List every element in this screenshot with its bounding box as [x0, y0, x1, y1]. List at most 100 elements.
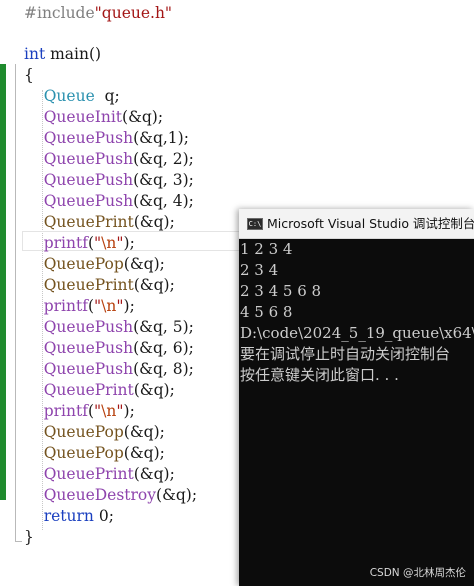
code-token: QueuePush	[43, 339, 134, 357]
code-line[interactable]: QueueInit(&q);	[24, 107, 163, 128]
code-line[interactable]: QueuePush(&q, 2);	[24, 149, 194, 170]
code-line[interactable]: QueuePush(&q, 8);	[24, 359, 194, 380]
code-token: (&q, 2);	[133, 150, 194, 168]
code-token: (&q);	[133, 276, 175, 294]
code-token: QueuePush	[43, 150, 134, 168]
console-titlebar[interactable]: C:\ Microsoft Visual Studio 调试控制台	[239, 209, 474, 239]
code-line[interactable]: printf("\n");	[24, 401, 135, 422]
code-line[interactable]: printf("\n");	[24, 296, 135, 317]
code-line[interactable]: QueuePop(&q);	[24, 443, 165, 464]
console-output-line: 按任意键关闭此窗口. . .	[240, 366, 399, 384]
code-line[interactable]: QueuePush(&q, 5);	[24, 317, 194, 338]
code-token: (&q, 6);	[133, 339, 194, 357]
code-token: int	[24, 45, 46, 63]
code-token: QueuePrint	[43, 213, 134, 231]
code-token: (&q);	[133, 465, 175, 483]
code-token: "	[116, 297, 124, 315]
code-token: QueuePush	[43, 129, 134, 147]
code-token: }	[24, 528, 34, 546]
code-token: QueuePop	[43, 255, 124, 273]
console-title: Microsoft Visual Studio 调试控制台	[267, 216, 474, 231]
code-line[interactable]: QueueDestroy(&q);	[24, 485, 197, 506]
fold-guide-end-tick	[15, 541, 22, 542]
fold-guide-line	[15, 64, 16, 541]
code-token: QueuePush	[43, 360, 134, 378]
code-token: (&q);	[123, 255, 165, 273]
code-token: (&q);	[123, 423, 165, 441]
code-token: (&q, 3);	[133, 171, 194, 189]
code-line[interactable]: {	[24, 65, 34, 86]
code-token: );	[123, 234, 135, 252]
code-line[interactable]: Queue q;	[24, 86, 120, 107]
code-line[interactable]: QueuePrint(&q);	[24, 464, 175, 485]
code-line[interactable]: return 0;	[24, 506, 114, 527]
code-token: 0;	[93, 507, 114, 525]
code-line[interactable]: QueuePrint(&q);	[24, 275, 175, 296]
console-app-icon: C:\	[247, 218, 263, 230]
code-token: QueuePop	[43, 423, 124, 441]
watermark: CSDN @北林周杰伦	[369, 567, 466, 579]
code-token: Queue	[43, 87, 95, 105]
code-token: return	[43, 507, 94, 525]
console-output-line: 1 2 3 4	[240, 240, 293, 258]
code-token: QueuePop	[43, 444, 124, 462]
code-line[interactable]: }	[24, 527, 34, 548]
console-output-line: D:\code\2024_5_19_queue\x64\	[240, 324, 474, 342]
code-token: (&q);	[123, 444, 165, 462]
code-token: QueuePrint	[43, 381, 134, 399]
code-token: QueuePrint	[43, 276, 134, 294]
code-token: printf	[43, 297, 88, 315]
code-token: QueuePush	[43, 192, 134, 210]
code-line[interactable]: QueuePush(&q, 6);	[24, 338, 194, 359]
code-token: \n	[101, 297, 117, 315]
code-line[interactable]: QueuePrint(&q);	[24, 212, 175, 233]
code-line[interactable]: #include"queue.h"	[24, 3, 172, 24]
code-line[interactable]: QueuePop(&q);	[24, 254, 165, 275]
code-token: printf	[43, 234, 88, 252]
code-token: printf	[43, 402, 88, 420]
code-line[interactable]: QueuePop(&q);	[24, 422, 165, 443]
code-line[interactable]: int main()	[24, 44, 101, 65]
code-token: (&q, 8);	[133, 360, 194, 378]
console-output-line: 4 5 6 8	[240, 303, 293, 321]
debug-console-window[interactable]: C:\ Microsoft Visual Studio 调试控制台 1 2 3 …	[239, 209, 474, 586]
code-token: \n	[101, 402, 117, 420]
code-token: (&q);	[133, 381, 175, 399]
code-token: "	[116, 234, 124, 252]
code-token: \n	[101, 234, 117, 252]
code-line[interactable]: QueuePush(&q, 4);	[24, 191, 194, 212]
code-line[interactable]: QueuePush(&q, 3);	[24, 170, 194, 191]
code-token: #include	[24, 4, 95, 22]
code-token: (&q);	[156, 486, 198, 504]
change-tracking-bar	[0, 64, 6, 500]
code-token: QueueDestroy	[43, 486, 157, 504]
code-token: (&q, 5);	[133, 318, 194, 336]
code-token: QueueInit	[43, 108, 123, 126]
code-token: );	[123, 402, 135, 420]
code-line[interactable]: QueuePrint(&q);	[24, 380, 175, 401]
code-line[interactable]: printf("\n");	[24, 233, 135, 254]
code-token: );	[123, 297, 135, 315]
code-token: QueuePrint	[43, 465, 134, 483]
console-output[interactable]: 1 2 3 4 2 3 4 2 3 4 5 6 8 4 5 6 8 D:\code\20…	[240, 239, 474, 586]
code-token: q;	[94, 87, 120, 105]
code-line[interactable]: QueuePush(&q,1);	[24, 128, 189, 149]
console-output-line: 2 3 4 5 6 8	[240, 282, 322, 300]
code-token: (&q,1);	[133, 129, 189, 147]
